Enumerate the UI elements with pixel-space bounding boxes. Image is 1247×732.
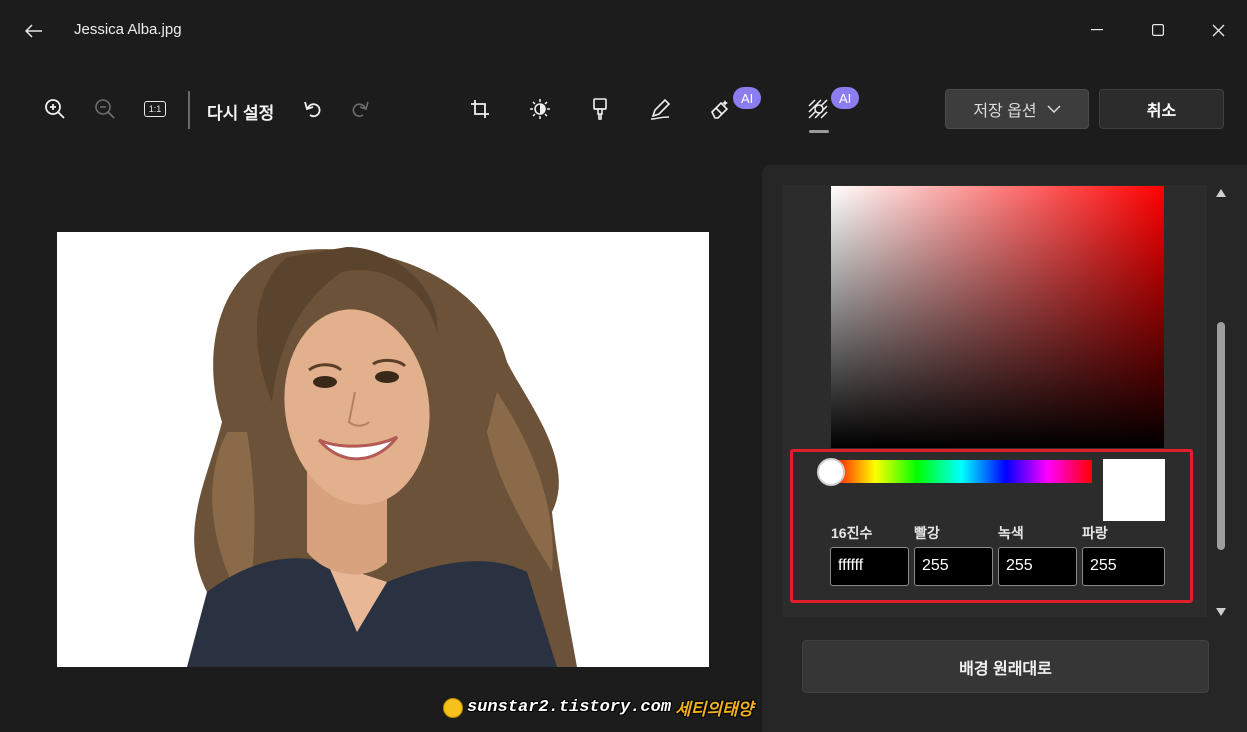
zoom-in-button[interactable] [35, 89, 75, 129]
back-button[interactable] [20, 18, 48, 44]
save-options-button[interactable]: 저장 옵션 [945, 89, 1089, 129]
saturation-value-picker[interactable] [831, 186, 1164, 448]
close-button[interactable] [1195, 14, 1241, 46]
crop-icon [471, 100, 489, 118]
cancel-button[interactable]: 취소 [1099, 89, 1224, 129]
brightness-icon [530, 99, 550, 119]
zoom-in-icon [45, 99, 65, 119]
watermark-url: sunstar2.tistory.com [467, 698, 672, 717]
actual-size-icon: 1:1 [144, 101, 166, 117]
scroll-up-arrow-icon[interactable] [1215, 188, 1227, 198]
reset-background-button[interactable]: 배경 원래대로 [802, 640, 1209, 693]
ai-badge: AI [831, 87, 860, 109]
emoji-face-icon [443, 697, 463, 718]
markup-tool-button[interactable] [640, 89, 680, 129]
adjust-tool-button[interactable] [520, 89, 560, 129]
scroll-down-arrow-icon[interactable] [1215, 607, 1227, 617]
watermark: sunstar2.tistory.com 세티의태양 [443, 695, 753, 720]
save-options-label: 저장 옵션 [973, 103, 1037, 120]
brush-icon [593, 98, 607, 120]
close-icon [1212, 24, 1224, 36]
watermark-name: 세티의태양 [675, 700, 754, 719]
zoom-out-icon [95, 99, 115, 119]
portrait-illustration [187, 247, 577, 667]
minimize-button[interactable] [1074, 14, 1120, 46]
annotation-highlight-box [790, 449, 1193, 603]
portrait-photo[interactable] [57, 232, 709, 667]
crop-tool-button[interactable] [460, 89, 500, 129]
maximize-icon [1152, 24, 1164, 36]
maximize-button[interactable] [1135, 14, 1181, 46]
redo-icon [352, 101, 369, 117]
chevron-down-icon [1047, 105, 1061, 113]
zoom-out-button[interactable] [85, 89, 125, 129]
pen-icon [650, 98, 671, 120]
minimize-icon [1091, 29, 1103, 31]
arrow-left-icon [25, 24, 42, 38]
reset-button[interactable]: 다시 설정 [207, 99, 274, 124]
ai-badge: AI [733, 87, 762, 109]
image-canvas [0, 162, 762, 732]
editor-toolbar: 1:1 다시 설정 AI AI 저장 옵션 취소 [0, 62, 1247, 162]
background-icon [808, 99, 828, 119]
actual-size-button[interactable]: 1:1 [135, 89, 175, 129]
undo-button[interactable] [292, 89, 332, 129]
active-tool-indicator [809, 130, 829, 133]
undo-icon [304, 101, 321, 118]
filter-tool-button[interactable] [580, 89, 620, 129]
toolbar-divider [188, 91, 190, 129]
window-title: Jessica Alba.jpg [74, 21, 182, 38]
actual-size-label: 1:1 [148, 104, 162, 114]
title-bar: Jessica Alba.jpg [0, 0, 1247, 62]
redo-button[interactable] [341, 89, 381, 129]
scrollbar-thumb[interactable] [1217, 322, 1225, 550]
eraser-icon [711, 100, 729, 119]
